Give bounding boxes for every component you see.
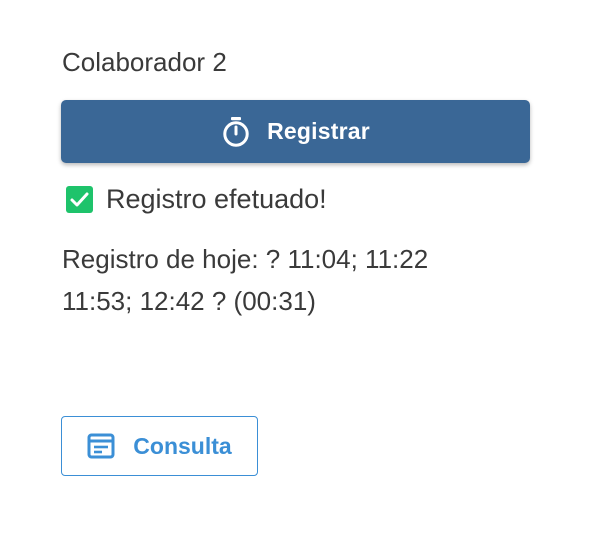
- user-name: Colaborador 2: [62, 47, 227, 77]
- page: Colaborador 2 Registrar Registro efetuad…: [0, 0, 604, 535]
- consulta-button-label: Consulta: [133, 432, 232, 459]
- register-button-label: Registrar: [267, 118, 370, 144]
- status-text: Registro efetuado!: [106, 183, 327, 214]
- stopwatch-icon: [221, 116, 251, 148]
- today-record-line-2: 11:53; 12:42 ? (00:31): [62, 286, 316, 316]
- today-record-line-1: Registro de hoje: ? 11:04; 11:22: [62, 244, 429, 274]
- consulta-button[interactable]: Consulta: [61, 416, 258, 476]
- today-record: Registro de hoje: ? 11:04; 11:22 11:53; …: [62, 238, 428, 322]
- status-message: Registro efetuado!: [66, 183, 327, 215]
- register-button[interactable]: Registrar: [61, 100, 530, 163]
- checkbox-checked-icon: [66, 185, 93, 213]
- document-list-icon: [87, 432, 115, 460]
